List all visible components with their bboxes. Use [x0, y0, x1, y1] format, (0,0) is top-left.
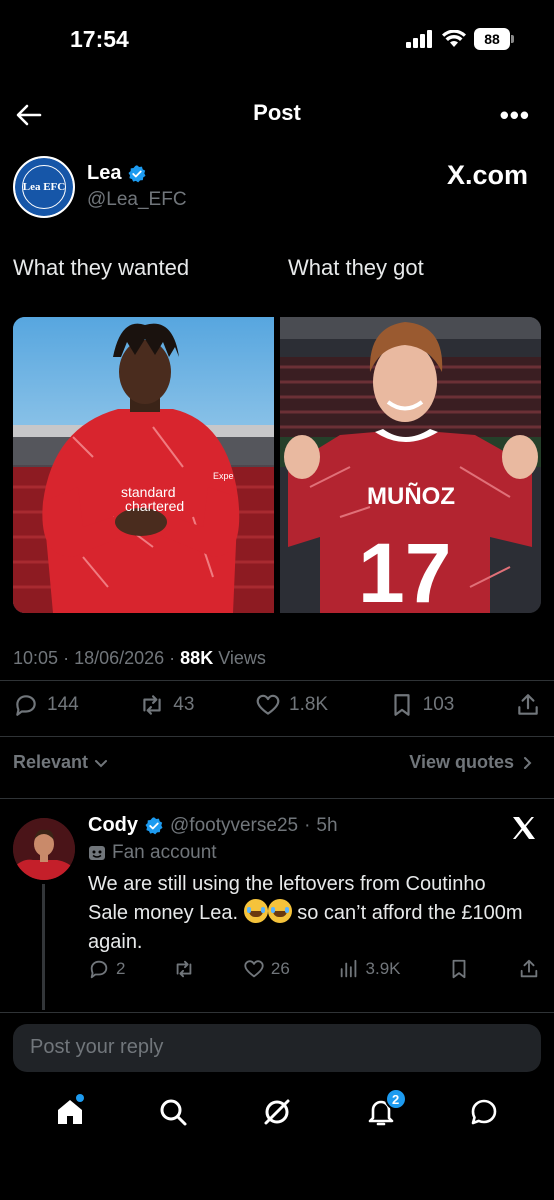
author-avatar[interactable]: Lea EFC: [13, 156, 75, 218]
grok-icon: [264, 1099, 290, 1125]
reply-bookmark-button[interactable]: [448, 958, 470, 980]
reply-avatar-photo: [13, 818, 75, 880]
post-time: 10:05: [13, 648, 59, 668]
reply-count: 144: [47, 694, 79, 715]
reply-input-placeholder: Post your reply: [30, 1036, 164, 1058]
chevron-right-icon: [524, 756, 532, 769]
author-name-text: Lea: [87, 162, 122, 184]
bookmark-icon: [452, 959, 466, 979]
share-icon: [520, 959, 538, 978]
reply-text: We are still using the leftovers from Co…: [88, 870, 528, 957]
heart-icon: [244, 960, 264, 978]
laughing-emoji-icon: [267, 899, 292, 923]
reply-time: 5h: [316, 814, 338, 836]
battery-indicator: 88: [474, 28, 514, 50]
post-image-left[interactable]: standard chartered Expe: [13, 317, 274, 613]
nav-grok[interactable]: [257, 1092, 297, 1132]
fan-account-label: Fan account: [112, 842, 217, 863]
nav-home[interactable]: [50, 1092, 90, 1132]
reply-avatar[interactable]: [13, 818, 75, 880]
jersey-number: 17: [358, 526, 451, 613]
signal-icon: [406, 30, 432, 48]
divider: [0, 1012, 554, 1013]
reply-share-button[interactable]: [518, 958, 540, 980]
repost-icon: [143, 695, 161, 715]
post-actions: 144 43 1.8K 103: [13, 692, 541, 718]
divider: [0, 680, 554, 681]
divider: [0, 736, 554, 737]
more-options-icon[interactable]: •••: [500, 100, 530, 131]
reply-button[interactable]: 144: [13, 692, 79, 718]
svg-text:Expe: Expe: [213, 471, 234, 481]
sort-relevant-label: Relevant: [13, 752, 89, 772]
x-logo-icon: [513, 817, 535, 839]
repost-count: 43: [173, 694, 195, 715]
thread-line: [42, 884, 45, 1010]
chevron-down-icon: [95, 759, 108, 767]
views-chart-icon: [340, 959, 356, 978]
player-photo-right: MUÑOZ 17: [280, 317, 541, 613]
bookmark-icon: [394, 694, 410, 716]
like-count: 1.8K: [289, 694, 329, 715]
reply-like-count: 26: [270, 959, 290, 978]
post-meta: 10:05 · 18/06/2026 · 88K Views: [13, 648, 266, 668]
nav-search[interactable]: [153, 1092, 193, 1132]
reply-repost-button[interactable]: [173, 958, 195, 980]
notifications-count-badge: 2: [384, 1088, 407, 1110]
author-handle[interactable]: @Lea_EFC: [87, 189, 187, 211]
source-watermark: X.com: [446, 160, 528, 190]
nav-notifications[interactable]: 2: [361, 1088, 407, 1132]
view-quotes-label: View quotes: [409, 752, 514, 772]
home-unread-dot: [75, 1094, 84, 1102]
divider: [0, 798, 554, 799]
post-image-right[interactable]: MUÑOZ 17: [280, 317, 541, 613]
author-name[interactable]: Lea: [87, 162, 147, 185]
like-button[interactable]: 1.8K: [255, 692, 328, 718]
post-views-label: Views: [218, 648, 266, 668]
reply-input[interactable]: Post your reply: [13, 1024, 541, 1072]
reply-actions: 2 26 3.9K: [88, 958, 540, 980]
jersey-name: MUÑOZ: [367, 482, 455, 510]
bookmark-button[interactable]: 103: [389, 692, 455, 718]
theater-masks-icon: [89, 846, 105, 860]
reply-author[interactable]: Cody @footyverse25 · 5h: [88, 814, 338, 837]
reply-reply-button[interactable]: 2: [88, 958, 125, 980]
post-date: 18/06/2026: [74, 648, 165, 668]
avatar-logo-text: Lea EFC: [22, 181, 66, 193]
reply-author-name: Cody: [88, 814, 138, 836]
nav-messages[interactable]: [464, 1092, 504, 1132]
verified-badge-icon: [128, 164, 146, 182]
wifi-icon: [442, 30, 466, 47]
reply-reply-count: 2: [116, 959, 126, 978]
caption-left: What they wanted: [13, 255, 190, 280]
view-quotes-link[interactable]: View quotes: [409, 752, 534, 773]
reply-views-button[interactable]: 3.9K: [338, 958, 401, 980]
share-button[interactable]: [515, 692, 541, 718]
status-time: 17:54: [70, 26, 129, 52]
status-icons: 88: [406, 28, 514, 50]
bottom-nav: 2: [0, 1088, 554, 1132]
reply-views-count: 3.9K: [365, 959, 401, 978]
caption-right: What they got: [288, 255, 424, 280]
verified-badge-icon: [145, 816, 163, 834]
reply-icon: [16, 695, 36, 716]
heart-icon: [256, 694, 280, 715]
repost-icon: [176, 960, 192, 978]
bookmark-count: 103: [422, 694, 455, 715]
reply-like-button[interactable]: 26: [243, 958, 290, 980]
sort-relevant-dropdown[interactable]: Relevant: [13, 752, 108, 773]
player-photo-left: standard chartered Expe: [13, 317, 274, 613]
repost-button[interactable]: 43: [139, 692, 194, 718]
reply-author-handle: @footyverse25: [170, 814, 299, 836]
post-views-count: 88K: [180, 648, 214, 668]
fan-account-badge: Fan account: [88, 842, 217, 864]
share-icon: [518, 694, 538, 715]
search-icon: [160, 1099, 187, 1126]
reply-time-separator: ·: [304, 814, 311, 836]
svg-text:chartered: chartered: [125, 498, 184, 514]
message-bubble-icon: [471, 1099, 497, 1125]
page-title: Post: [253, 100, 301, 125]
laughing-emoji-icon: [243, 899, 268, 923]
reply-icon: [90, 960, 108, 979]
